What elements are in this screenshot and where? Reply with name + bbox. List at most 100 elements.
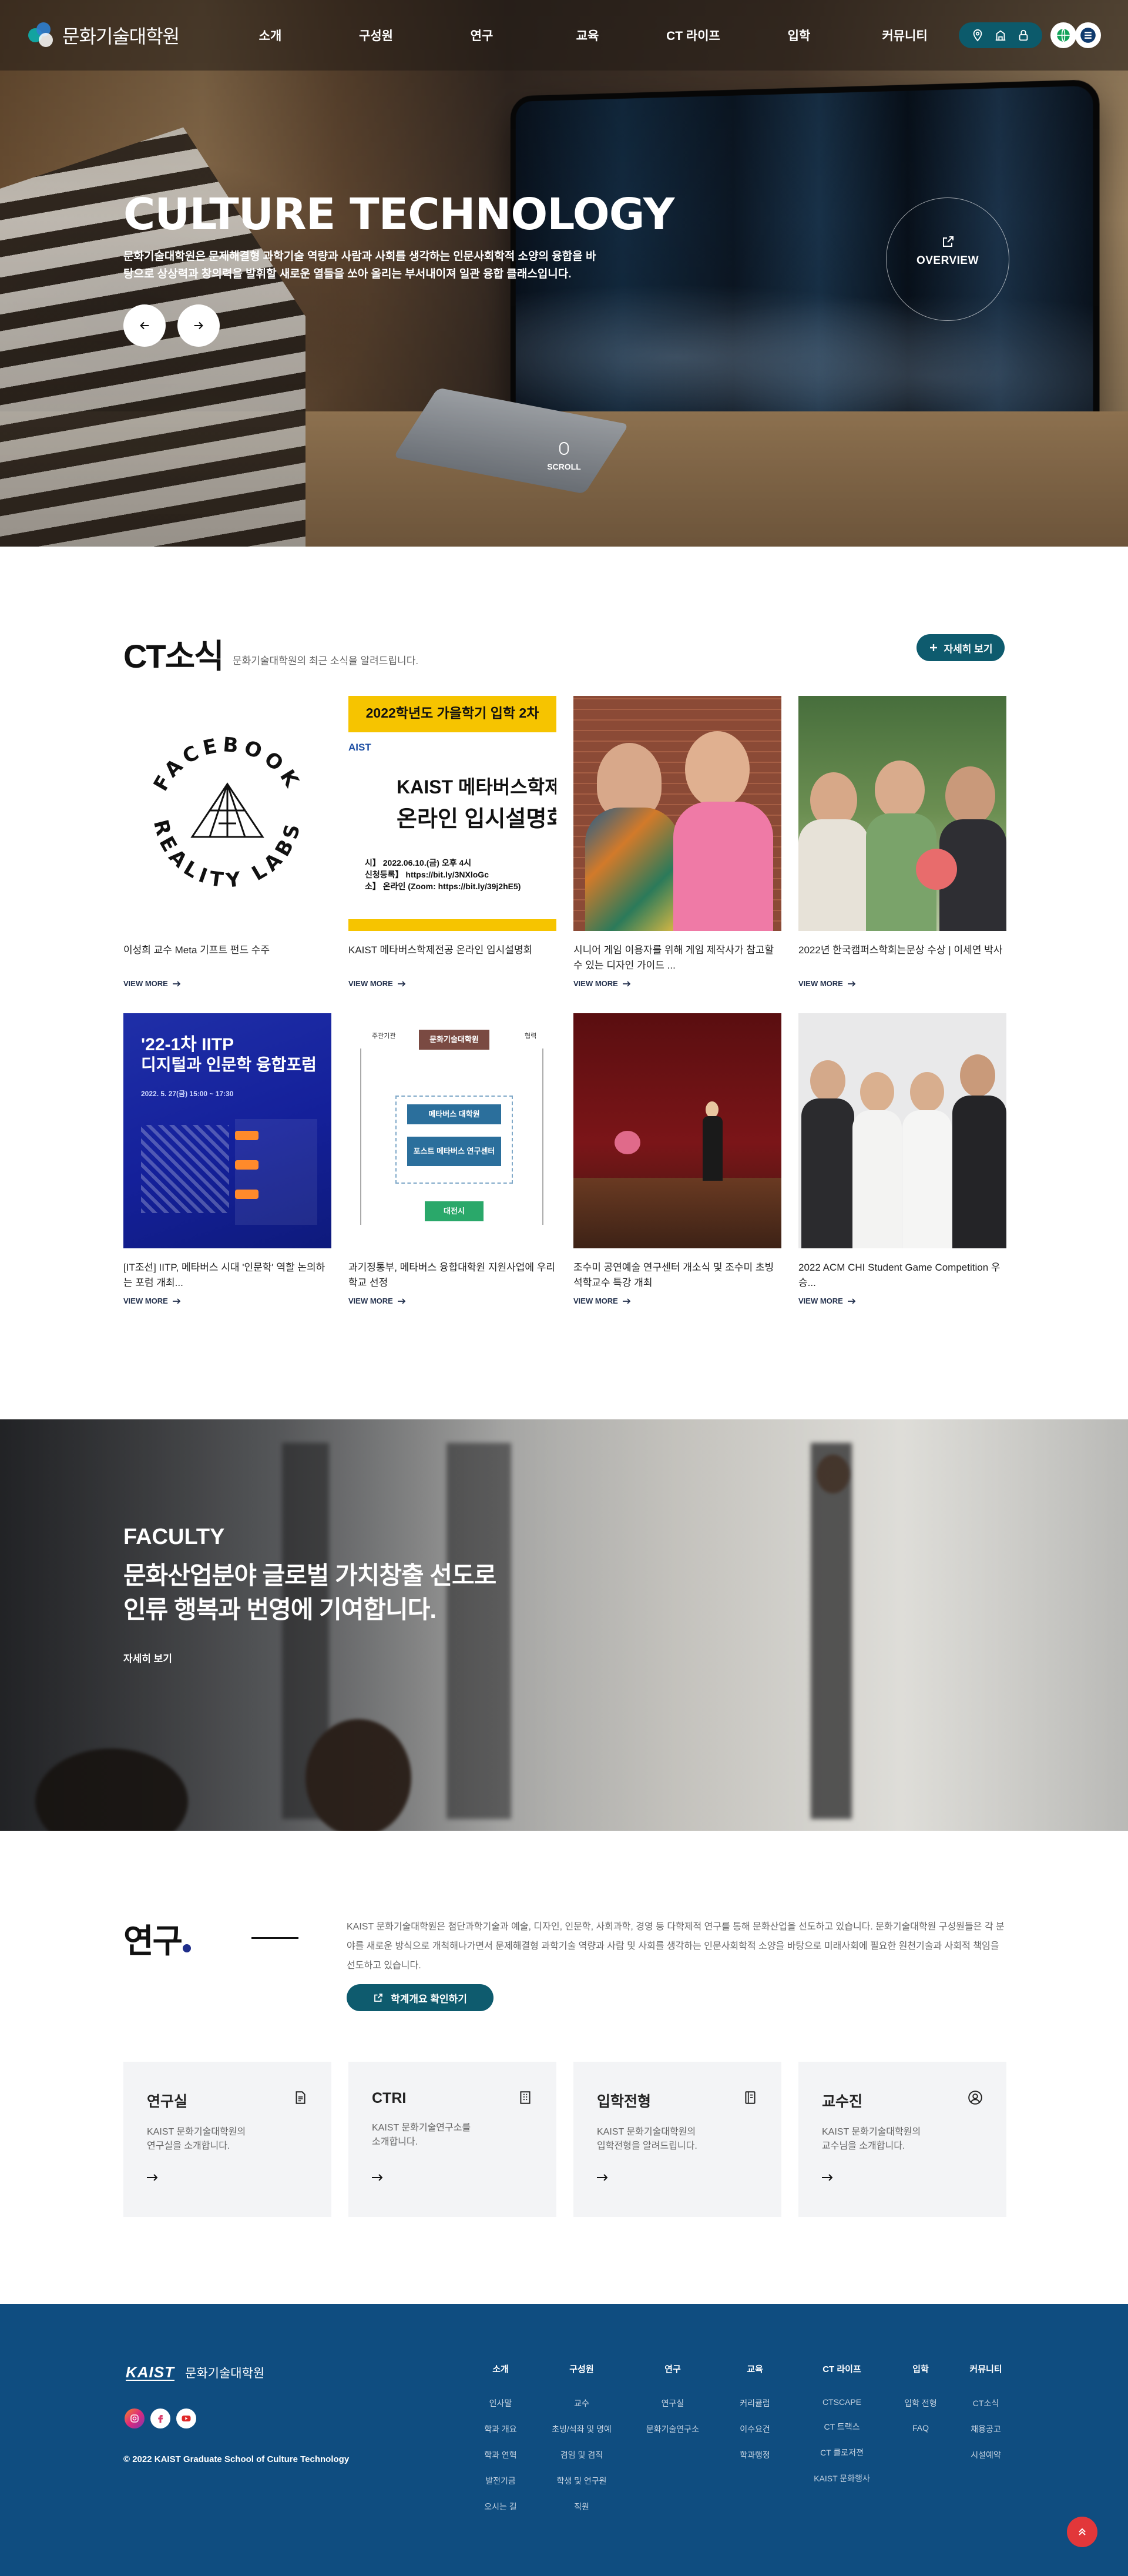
arrow-right-icon [398,981,406,987]
news-card[interactable]: 시니어 게임 이용자를 위해 게임 제작사가 참고할 수 있는 디자인 가이드 … [573,696,781,988]
overview-button[interactable]: OVERVIEW [886,197,1009,321]
footer-column-title[interactable]: 교육 [731,2363,778,2375]
footer-column-research: 연구 연구실 문화기술연구소 [643,2363,702,2449]
footer-column-title[interactable]: 구성원 [549,2363,614,2375]
view-more-link[interactable]: VIEW MORE [348,1297,556,1305]
double-chevron-up-icon [1076,2526,1088,2538]
youtube-button[interactable] [176,2408,196,2428]
research-card-desc: KAIST 문화기술대학원의 교수님을 소개합니다. [822,2125,983,2153]
footer-link[interactable]: 연구실 [643,2397,702,2409]
news-more-button[interactable]: 자세히 보기 [916,634,1005,661]
nav-item-intro[interactable]: 소개 [217,26,323,44]
nav-item-members[interactable]: 구성원 [323,26,429,44]
view-more-link[interactable]: VIEW MORE [123,1297,331,1305]
poster-date: 시】 2022.06.10.(금) 오후 4시 [365,857,521,869]
nav-item-research[interactable]: 연구 [429,26,535,44]
instagram-button[interactable] [125,2408,145,2428]
view-more-link[interactable]: VIEW MORE [348,979,556,988]
lock-icon[interactable] [1017,29,1030,42]
faculty-more-link[interactable]: 자세히 보기 [123,1650,172,1665]
footer-link[interactable]: 인사말 [477,2397,524,2409]
footer-link[interactable]: 문화기술연구소 [643,2423,702,2435]
footer-link[interactable]: 학생 및 연구원 [549,2475,614,2487]
footer-link[interactable]: 학과행정 [731,2449,778,2461]
news-card[interactable]: 문화기술대학원 메타버스 대학원 포스트 메타버스 연구센터 대전시 주관기관 … [348,1013,556,1305]
news-card[interactable]: 2022년 한국캠퍼스학회는문상 수상 | 이세연 박사 VIEW MORE [798,696,1006,988]
footer-link[interactable]: FAQ [899,2423,942,2433]
footer-link[interactable]: CTSCAPE [810,2397,874,2407]
footer-column-title[interactable]: 커뮤니티 [962,2363,1009,2375]
footer-column-title[interactable]: CT 라이프 [810,2363,874,2375]
view-more-link[interactable]: VIEW MORE [123,979,331,988]
footer-link[interactable]: 겸임 및 겸직 [549,2449,614,2461]
footer-link[interactable]: 직원 [549,2501,614,2513]
divider [251,1937,298,1939]
research-card-title: CTRI [372,2090,533,2107]
footer-column-title[interactable]: 소개 [477,2363,524,2375]
footer-link[interactable]: 오시는 길 [477,2501,524,2513]
footer-logo[interactable]: KAIST 문화기술대학원 [126,2364,264,2381]
next-slide-button[interactable] [177,304,220,347]
footer-link[interactable]: 발전기금 [477,2475,524,2487]
news-card-title: 시니어 게임 이용자를 위해 게임 제작사가 참고할 수 있는 디자인 가이드 … [573,943,781,973]
nav-item-education[interactable]: 교육 [535,26,640,44]
arrow-right-icon [173,1298,181,1304]
language-button[interactable] [1050,22,1076,48]
poster-line1: KAIST 메타버스학제전 [397,772,556,799]
footer-link[interactable]: CT 트랙스 [810,2421,874,2433]
logo-mark-icon [28,21,56,49]
research-title-text: 연구 [123,1922,182,1959]
arrow-right-icon [398,1298,406,1304]
news-card[interactable]: 2022학년도 가을학기 입학 2차 AIST KAIST 메타버스학제전 온라… [348,696,556,988]
scroll-indicator[interactable]: SCROLL [540,442,588,471]
news-card[interactable]: '22-1차 IITP 디지털과 인문학 융합포럼 2022. 5. 27(금)… [123,1013,331,1305]
view-more-link[interactable]: VIEW MORE [573,1297,781,1305]
footer-link[interactable]: 커리큘럼 [731,2397,778,2409]
nav-item-admission[interactable]: 입학 [746,26,852,44]
footer-column-title[interactable]: 입학 [899,2363,942,2375]
footer-link[interactable]: 입학 전형 [899,2397,942,2409]
research-card-faculty[interactable]: 교수진 KAIST 문화기술대학원의 교수님을 소개합니다. [798,2062,1006,2217]
diagram-right-label: 협력 [525,1031,536,1040]
arrow-right-icon [173,981,181,987]
view-more-label: VIEW MORE [573,979,618,988]
view-more-label: VIEW MORE [123,1297,168,1305]
footer-logo-kaist: KAIST [126,2364,174,2381]
research-card-admission[interactable]: 입학전형 KAIST 문화기술대학원의 입학전형을 알려드립니다. [573,2062,781,2217]
footer-link[interactable]: KAIST 문화행사 [810,2473,874,2484]
research-card-lab[interactable]: 연구실 KAIST 문화기술대학원의 연구실을 소개합니다. [123,2062,331,2217]
view-more-link[interactable]: VIEW MORE [798,979,1006,988]
view-more-link[interactable]: VIEW MORE [798,1297,1006,1305]
diagram-top-box: 문화기술대학원 [419,1030,489,1050]
prev-slide-button[interactable] [123,304,166,347]
building-icon[interactable] [994,29,1007,42]
arrow-right-icon [597,2173,609,2182]
menu-button[interactable] [1075,22,1101,48]
nav-item-ct-life[interactable]: CT 라이프 [640,26,746,44]
footer-link[interactable]: 채용공고 [962,2423,1009,2435]
news-card[interactable]: 2022 ACM CHI Student Game Competition 우승… [798,1013,1006,1305]
footer-link[interactable]: 이수요건 [731,2423,778,2435]
footer-link[interactable]: 교수 [549,2397,614,2409]
overview-label: OVERVIEW [887,254,1009,267]
footer-link[interactable]: CT 클로저젼 [810,2447,874,2458]
news-card[interactable]: 조수미 공연예술 연구센터 개소식 및 조수미 초빙석학교수 특강 개최 VIE… [573,1013,781,1305]
news-thumbnail [573,1013,781,1248]
view-more-link[interactable]: VIEW MORE [573,979,781,988]
nav-item-community[interactable]: 커뮤니티 [852,26,958,44]
site-logo[interactable]: 문화기술대학원 [28,21,179,49]
footer-link[interactable]: 초빙/석좌 및 명예 [549,2423,614,2435]
news-card-title: KAIST 메타버스학제전공 온라인 입시설명회 [348,943,556,973]
research-overview-button[interactable]: 학계개요 확인하기 [347,1984,494,2011]
footer-column-title[interactable]: 연구 [643,2363,702,2375]
research-card-ctri[interactable]: CTRI KAIST 문화기술연구소를 소개합니다. [348,2062,556,2217]
footer-link[interactable]: 학과 개요 [477,2423,524,2435]
facebook-button[interactable] [150,2408,170,2428]
footer-link[interactable]: CT소식 [962,2397,1009,2409]
footer-link[interactable]: 시설예약 [962,2449,1009,2461]
location-icon[interactable] [971,29,984,42]
news-card[interactable]: FACEBOOK REALITY LABS 이성희 교수 Meta 기프트 펀드… [123,696,331,988]
footer-link[interactable]: 학과 연혁 [477,2449,524,2461]
user-icon [968,2090,983,2105]
scroll-to-top-button[interactable] [1067,2517,1097,2547]
